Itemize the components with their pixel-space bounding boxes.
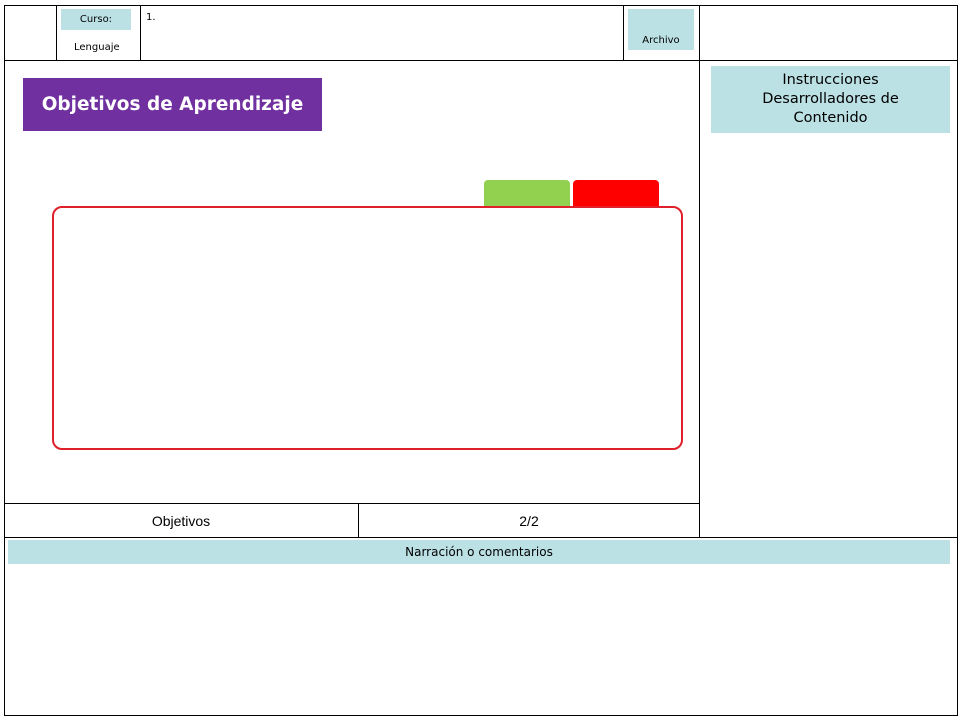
course-title-field[interactable]: 1. [146,12,156,23]
narration-area[interactable] [8,566,950,712]
footer-section-cell: Objetivos [4,504,358,537]
header-divider-3 [623,5,624,61]
footer-page-cell: 2/2 [359,504,699,537]
archivo-label: Archivo [628,9,694,50]
slide-heading-text: Objetivos de Aprendizaje [41,94,304,115]
instructions-box: Instrucciones Desarrolladores de Conteni… [711,66,950,133]
green-tab-button[interactable] [484,180,570,208]
content-area[interactable] [52,206,683,450]
side-panel-divider [699,61,700,537]
red-tab-button[interactable] [573,180,659,208]
instructions-title: Instrucciones Desarrolladores de Conteni… [762,72,899,126]
lenguaje-label: Lenguaje [74,42,120,53]
footer-page-label: 2/2 [519,512,539,529]
footer-section-label: Objetivos [151,512,211,529]
header-divider-4 [699,5,700,61]
header-divider-1 [56,5,57,61]
narration-label: Narración o comentarios [8,540,950,564]
header-divider-2 [140,5,141,61]
curso-label: Curso: [61,9,131,30]
narration-divider [4,537,958,538]
slide-heading: Objetivos de Aprendizaje [23,78,322,131]
